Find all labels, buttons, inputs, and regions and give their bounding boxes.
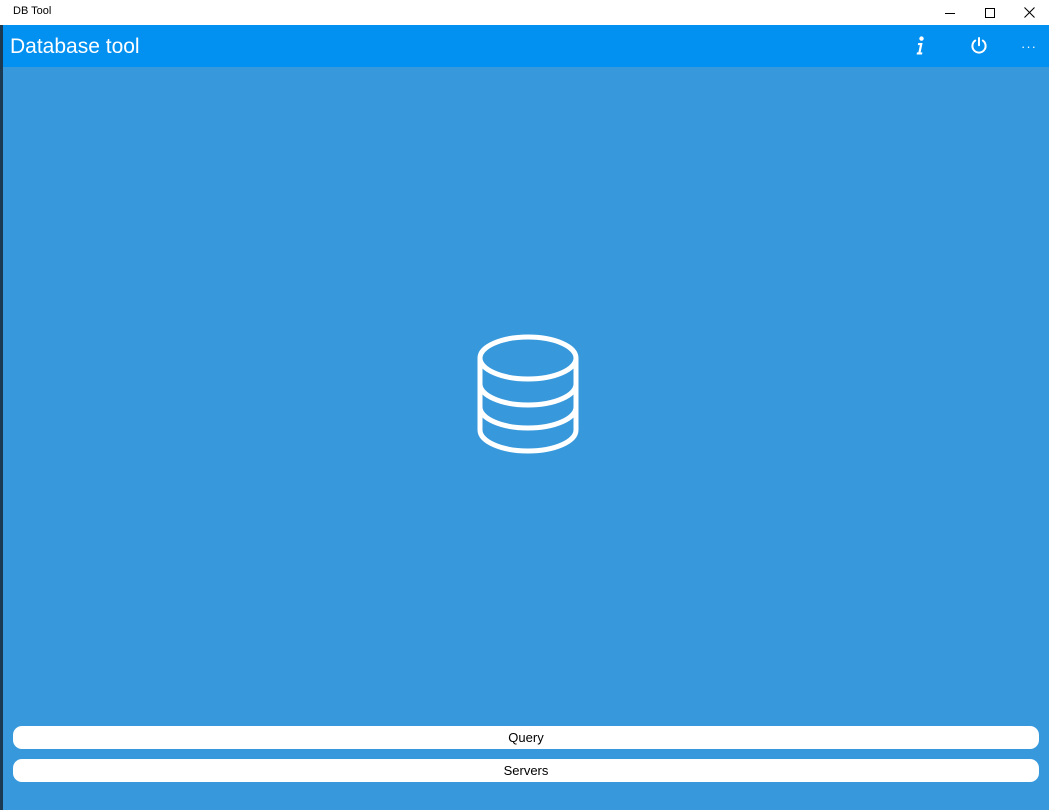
window-left-edge: [0, 25, 3, 810]
app-bar: Database tool ···: [3, 25, 1049, 67]
power-button[interactable]: [964, 25, 994, 67]
maximize-icon: [985, 7, 995, 18]
minimize-button[interactable]: [930, 0, 970, 25]
maximize-button[interactable]: [970, 0, 1010, 25]
minimize-icon: [945, 12, 955, 14]
app-title: Database tool: [10, 35, 140, 58]
database-icon: [477, 334, 579, 454]
title-bar[interactable]: DB Tool: [0, 0, 1049, 25]
window-title: DB Tool: [13, 5, 52, 17]
more-button[interactable]: ···: [1014, 25, 1044, 67]
servers-button[interactable]: Servers: [13, 759, 1039, 782]
close-icon: [1023, 7, 1035, 18]
info-icon: [916, 36, 924, 55]
query-button[interactable]: Query: [13, 726, 1039, 749]
more-icon: ···: [1021, 38, 1037, 54]
info-button[interactable]: [905, 25, 935, 67]
database-logo: [475, 332, 581, 461]
app-window: DB Tool Database tool ··· Query Servers: [0, 0, 1049, 810]
close-button[interactable]: [1009, 0, 1049, 25]
power-icon: [971, 37, 987, 54]
